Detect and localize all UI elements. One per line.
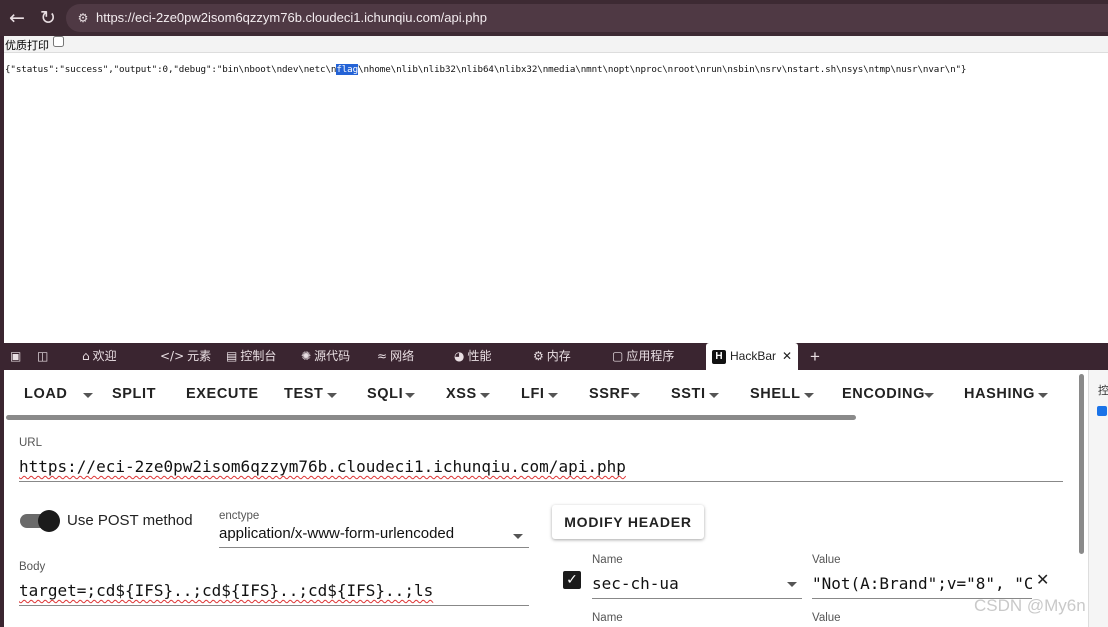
code-icon: </> bbox=[160, 349, 185, 363]
menu-execute[interactable]: EXECUTE bbox=[186, 386, 259, 402]
body-label: Body bbox=[19, 561, 46, 573]
menu-hashing[interactable]: HASHING bbox=[964, 386, 1035, 402]
tab-console[interactable]: ▤ 控制台 bbox=[226, 343, 276, 370]
chevron-down-icon bbox=[787, 582, 797, 587]
chevron-down-icon bbox=[924, 393, 934, 398]
tab-application[interactable]: ▢ 应用程序 bbox=[612, 343, 674, 370]
chevron-down-icon bbox=[480, 393, 490, 398]
chevron-down-icon bbox=[405, 393, 415, 398]
tab-hackbar[interactable]: H HackBar ✕ bbox=[706, 343, 799, 370]
hackbar-panel: LOAD SPLIT EXECUTE TEST SQLI XSS LFI SSR… bbox=[4, 370, 1108, 627]
chevron-down-icon bbox=[709, 393, 719, 398]
reload-icon[interactable]: ↻ bbox=[36, 6, 60, 30]
menu-lfi[interactable]: LFI bbox=[521, 386, 545, 402]
json-highlight: flag bbox=[336, 64, 359, 75]
devtools-tabbar: ▣ ◫ ⌂ 欢迎 </> 元素 ▤ 控制台 ✺ 源代码 ≈ 网络 ◕ 性能 ⚙ 内存 ▢ 应用程… bbox=[0, 343, 1108, 370]
chevron-down-icon bbox=[548, 393, 558, 398]
back-icon[interactable]: ← bbox=[5, 6, 29, 30]
page-viewport: 优质打印 {"status":"success","output":0,"deb… bbox=[4, 36, 1108, 343]
memory-icon: ⚙ bbox=[533, 349, 544, 363]
side-panel: 控 bbox=[1088, 370, 1108, 627]
console-icon: ▤ bbox=[226, 349, 238, 363]
toggle-knob bbox=[38, 510, 60, 532]
body-input[interactable]: target=;cd${IFS}..;cd${IFS}..;cd${IFS}..… bbox=[19, 581, 529, 606]
load-dropdown-icon[interactable] bbox=[83, 393, 93, 398]
tab-sources[interactable]: ✺ 源代码 bbox=[301, 343, 350, 370]
post-method-label: Use POST method bbox=[67, 512, 193, 529]
close-icon[interactable]: ✕ bbox=[1036, 570, 1049, 589]
app-icon: ▢ bbox=[612, 349, 624, 363]
address-url[interactable]: https://eci-2ze0pw2isom6qzzym76b.cloudec… bbox=[96, 10, 487, 25]
chevron-down-icon bbox=[327, 393, 337, 398]
tab-elements[interactable]: </> 元素 bbox=[160, 343, 211, 370]
url-input[interactable]: https://eci-2ze0pw2isom6qzzym76b.cloudec… bbox=[19, 457, 1063, 482]
json-response: {"status":"success","output":0,"debug":"… bbox=[5, 64, 966, 75]
menu-xss[interactable]: XSS bbox=[446, 386, 477, 402]
menu-split[interactable]: SPLIT bbox=[112, 386, 156, 402]
url-label: URL bbox=[19, 437, 43, 449]
chevron-down-icon bbox=[630, 393, 640, 398]
header-name-label: Name bbox=[592, 554, 623, 566]
hackbar-icon: H bbox=[712, 349, 726, 364]
gauge-icon: ◕ bbox=[454, 349, 465, 363]
json-before: {"status":"success","output":0,"debug":"… bbox=[5, 64, 337, 75]
menu-ssti[interactable]: SSTI bbox=[671, 386, 706, 402]
vertical-scrollbar[interactable] bbox=[1079, 374, 1084, 554]
menu-test[interactable]: TEST bbox=[284, 386, 323, 402]
header-value-label: Value bbox=[812, 554, 841, 566]
header-enabled-checkbox[interactable]: ✓ bbox=[563, 571, 581, 589]
bug-icon: ✺ bbox=[301, 349, 312, 363]
json-after: \nhome\nlib\nlib32\nlib64\nlibx32\nmedia… bbox=[358, 64, 967, 75]
print-bar: 优质打印 bbox=[4, 36, 1108, 53]
wifi-icon: ≈ bbox=[377, 349, 388, 363]
home-icon: ⌂ bbox=[82, 349, 90, 363]
chevron-down-icon bbox=[804, 393, 814, 398]
print-checkbox[interactable] bbox=[53, 36, 64, 47]
side-panel-label: 控 bbox=[1098, 385, 1108, 397]
menu-load[interactable]: LOAD bbox=[24, 386, 67, 402]
menu-sqli[interactable]: SQLI bbox=[367, 386, 403, 402]
tab-welcome[interactable]: ⌂ 欢迎 bbox=[82, 343, 117, 370]
enctype-label: enctype bbox=[219, 510, 260, 522]
header-name-label-2: Name bbox=[592, 612, 623, 624]
watermark: CSDN @My6n bbox=[974, 596, 1086, 615]
menu-encoding[interactable]: ENCODING bbox=[842, 386, 925, 402]
close-icon[interactable]: ✕ bbox=[782, 349, 792, 363]
header-value-label-2: Value bbox=[812, 612, 841, 624]
devtools-dock-icon[interactable]: ▣ bbox=[10, 343, 24, 370]
menu-shell[interactable]: SHELL bbox=[750, 386, 801, 402]
horizontal-scrollbar[interactable] bbox=[6, 415, 856, 420]
print-label: 优质打印 bbox=[5, 40, 49, 52]
chevron-down-icon bbox=[513, 534, 523, 539]
chevron-down-icon bbox=[1038, 393, 1048, 398]
post-method-toggle[interactable] bbox=[20, 510, 60, 532]
modify-header-button[interactable]: MODIFY HEADER bbox=[552, 505, 704, 539]
header-name-input[interactable]: sec-ch-ua bbox=[592, 574, 802, 599]
devtools-device-icon[interactable]: ◫ bbox=[37, 343, 51, 370]
tune-icon[interactable]: ⚙ bbox=[74, 9, 92, 27]
address-bar[interactable]: ⚙ https://eci-2ze0pw2isom6qzzym76b.cloud… bbox=[66, 4, 1108, 32]
enctype-select[interactable]: application/x-www-form-urlencoded bbox=[219, 525, 529, 548]
add-tab-button[interactable]: + bbox=[810, 343, 820, 370]
tab-memory[interactable]: ⚙ 内存 bbox=[533, 343, 571, 370]
side-panel-checkbox[interactable] bbox=[1097, 406, 1107, 416]
tab-performance[interactable]: ◕ 性能 bbox=[454, 343, 492, 370]
menu-ssrf[interactable]: SSRF bbox=[589, 386, 630, 402]
tab-network[interactable]: ≈ 网络 bbox=[377, 343, 414, 370]
browser-toolbar: ← ↻ ⚙ https://eci-2ze0pw2isom6qzzym76b.c… bbox=[0, 0, 1108, 36]
